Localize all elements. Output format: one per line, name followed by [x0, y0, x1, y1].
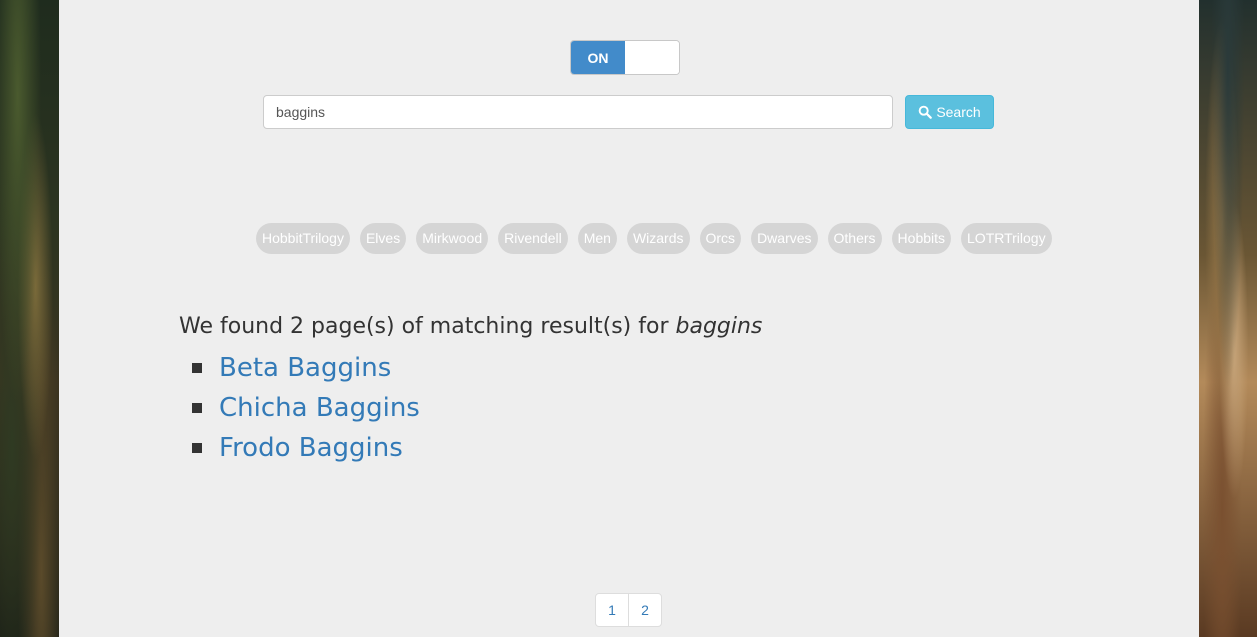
tag-dwarves[interactable]: Dwarves — [751, 222, 818, 254]
search-icon — [918, 105, 933, 119]
bullet-icon — [192, 443, 202, 453]
tag-hobbits[interactable]: Hobbits — [891, 222, 952, 254]
toggle-off-handle — [625, 41, 679, 74]
bullet-icon — [192, 363, 202, 373]
on-off-toggle[interactable]: ON — [570, 40, 680, 75]
tag-hobbittrilogy[interactable]: HobbitTrilogy — [256, 222, 350, 254]
pagination: 1 2 — [595, 593, 662, 627]
results-summary-text: We found 2 page(s) of matching result(s)… — [179, 314, 669, 339]
tag-mirkwood[interactable]: Mirkwood — [416, 222, 489, 254]
search-button-label: Search — [936, 104, 981, 120]
page-1-button[interactable]: 1 — [595, 593, 629, 627]
bullet-icon — [192, 403, 202, 413]
result-link-beta-baggins[interactable]: Beta Baggins — [219, 353, 391, 383]
result-link-chicha-baggins[interactable]: Chicha Baggins — [219, 393, 420, 423]
list-item: Chicha Baggins — [192, 388, 420, 428]
tag-rivendell[interactable]: Rivendell — [498, 222, 568, 254]
page-2-button[interactable]: 2 — [628, 593, 662, 627]
list-item: Frodo Baggins — [192, 428, 420, 468]
tag-orcs[interactable]: Orcs — [699, 222, 742, 254]
results-summary: We found 2 page(s) of matching result(s)… — [179, 314, 762, 339]
tag-elves[interactable]: Elves — [359, 222, 407, 254]
tag-men[interactable]: Men — [577, 222, 617, 254]
list-item: Beta Baggins — [192, 348, 420, 388]
search-input[interactable] — [263, 95, 893, 129]
background-scenery-left — [0, 0, 59, 637]
tag-list: HobbitTrilogy Elves Mirkwood Rivendell M… — [256, 222, 1056, 254]
search-button[interactable]: Search — [905, 95, 994, 129]
tag-others[interactable]: Others — [827, 222, 882, 254]
results-query: baggins — [675, 314, 763, 339]
toggle-on-label: ON — [571, 41, 625, 74]
tag-lotrtrilogy[interactable]: LOTRTrilogy — [961, 222, 1052, 254]
background-scenery-right — [1199, 0, 1257, 637]
result-link-frodo-baggins[interactable]: Frodo Baggins — [219, 433, 403, 463]
results-list: Beta Baggins Chicha Baggins Frodo Baggin… — [192, 348, 420, 468]
tag-wizards[interactable]: Wizards — [626, 222, 690, 254]
